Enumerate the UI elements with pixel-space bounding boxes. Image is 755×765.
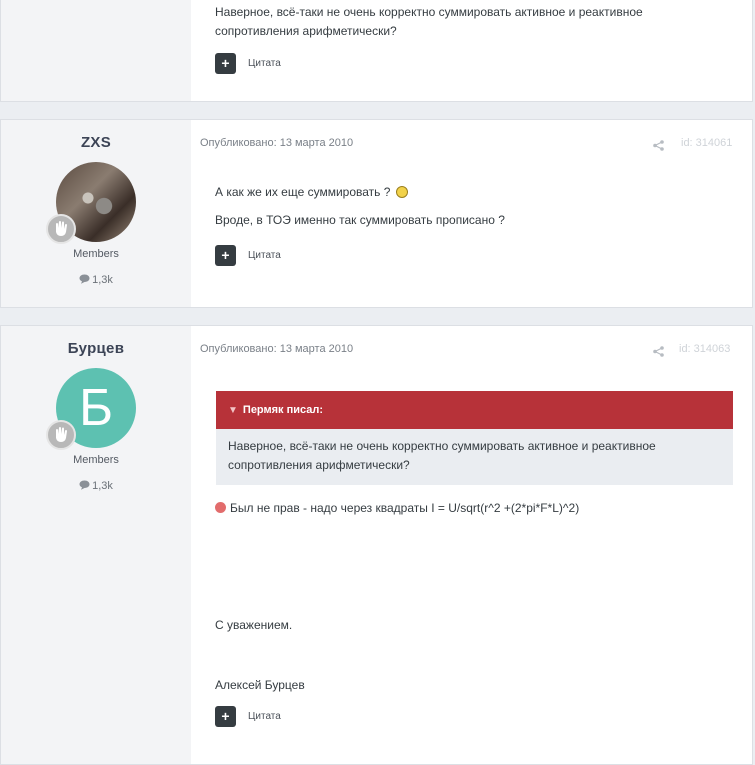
post-text-line: Вроде, в ТОЭ именно так суммировать проп…	[215, 213, 505, 227]
plus-icon: +	[215, 53, 236, 74]
quote-author: Пермяк писал:	[242, 404, 324, 416]
post-date[interactable]: Опубликовано: 13 марта 2010	[200, 137, 353, 149]
post-text-line: сопротивления арифметически?	[215, 24, 397, 38]
member-group: Members	[73, 248, 119, 260]
quote-button[interactable]: + Цитата	[215, 245, 281, 267]
plus-icon: +	[215, 245, 236, 266]
quote-button-label: Цитата	[248, 250, 281, 261]
quote-block: ▼ Пермяк писал: Наверное, всё-таки не оче…	[216, 391, 733, 485]
rank-badge	[46, 214, 76, 244]
post-text-line: Был не прав - надо через квадраты I = U/…	[215, 499, 730, 518]
comment-icon	[79, 274, 90, 284]
avatar[interactable]	[46, 162, 136, 244]
post-text: Был не прав - надо через квадраты I = U/…	[230, 501, 580, 515]
post-card: ZXS Members 1,3k Опубликовано: 13 марта …	[0, 119, 753, 308]
share-icon[interactable]	[653, 344, 664, 362]
quote-button-label: Цитата	[248, 58, 281, 69]
smile-emoji-icon	[395, 186, 408, 198]
author-name[interactable]: Бурцев	[1, 340, 191, 357]
author-panel	[1, 0, 191, 101]
post-count-value: 1,3k	[92, 480, 113, 492]
signature-greeting: С уважением.	[215, 618, 293, 632]
comment-icon	[79, 480, 90, 490]
quote-button-label: Цитата	[248, 711, 281, 722]
post-text-line: А как же их еще суммировать ?	[215, 183, 730, 202]
post-count-value: 1,3k	[92, 274, 113, 286]
sad-emoji-icon	[215, 502, 226, 513]
post-content: Наверное, всё-таки не очень корректно су…	[215, 3, 730, 41]
post-card: Бурцев Б Members 1,3k Опубликовано: 13 м…	[0, 325, 753, 765]
avatar-letter: Б	[78, 379, 114, 437]
post-content: Был не прав - надо через квадраты I = U/…	[215, 499, 730, 518]
author-name[interactable]: ZXS	[1, 134, 191, 151]
author-panel: Бурцев Б Members 1,3k	[1, 326, 191, 764]
quote-button[interactable]: + Цитата	[215, 53, 281, 75]
post-text: А как же их еще суммировать ?	[215, 185, 391, 199]
quote-text-line: сопротивления арифметически?	[228, 458, 410, 472]
quote-text-line: Наверное, всё-таки не очень корректно су…	[228, 439, 656, 453]
post-id[interactable]: id: 314063	[679, 343, 730, 355]
post-date[interactable]: Опубликовано: 13 марта 2010	[200, 343, 353, 355]
quote-header[interactable]: ▼ Пермяк писал:	[216, 391, 733, 429]
quote-button[interactable]: + Цитата	[215, 706, 281, 728]
plus-icon: +	[215, 706, 236, 727]
hand-icon	[56, 221, 67, 236]
post-content: А как же их еще суммировать ? Вроде, в Т…	[215, 183, 730, 230]
author-panel: ZXS Members 1,3k	[1, 120, 191, 307]
post-count: 1,3k	[1, 274, 191, 286]
member-group: Members	[73, 454, 119, 466]
chevron-down-icon: ▼	[228, 405, 238, 416]
avatar[interactable]: Б	[46, 368, 136, 450]
post-count: 1,3k	[1, 480, 191, 492]
post-id[interactable]: id: 314061	[681, 137, 732, 149]
rank-badge	[46, 420, 76, 450]
share-icon[interactable]	[653, 138, 664, 156]
signature-name: Алексей Бурцев	[215, 678, 305, 692]
post-card: Наверное, всё-таки не очень корректно су…	[0, 0, 753, 102]
quote-body: Наверное, всё-таки не очень корректно су…	[216, 429, 733, 485]
hand-icon	[56, 427, 67, 442]
post-text-line: Наверное, всё-таки не очень корректно су…	[215, 5, 643, 19]
